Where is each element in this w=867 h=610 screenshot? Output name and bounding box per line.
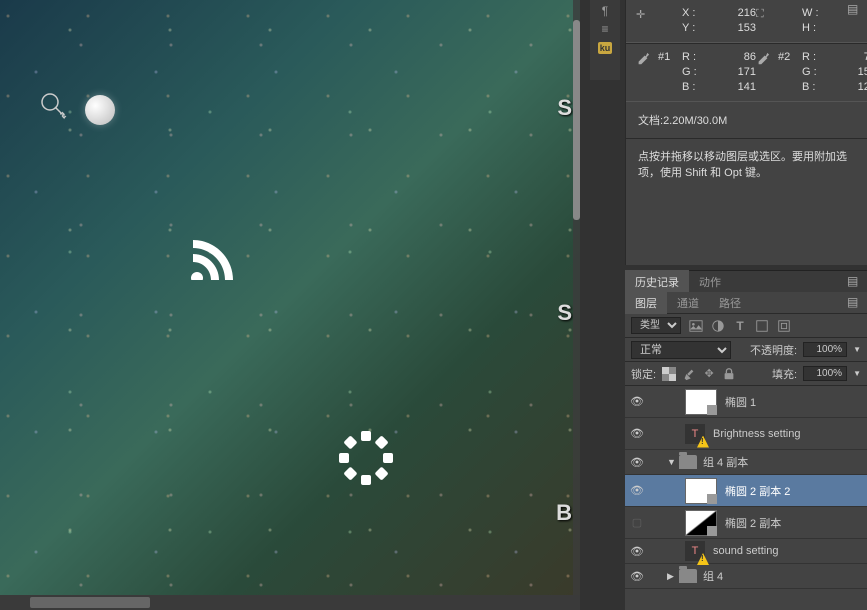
layer-row[interactable]: 👁 ▶ 组 4 xyxy=(625,564,867,589)
coord-y: 153 xyxy=(716,21,756,36)
sample2-b: 128 xyxy=(836,80,867,95)
filter-adjust-icon[interactable] xyxy=(711,319,725,333)
folder-icon xyxy=(679,455,697,469)
filter-text-icon[interactable]: T xyxy=(733,319,747,333)
visibility-toggle[interactable]: ▢ xyxy=(625,516,649,529)
sample1-g: 171 xyxy=(716,65,756,80)
lock-transparency-icon[interactable] xyxy=(662,367,676,381)
layer-name[interactable]: 组 4 副本 xyxy=(703,454,863,470)
visibility-toggle[interactable]: 👁 xyxy=(625,484,649,497)
horizontal-scrollbar[interactable] xyxy=(0,595,580,610)
collapsed-panel-strip: ¶ ≡ ku xyxy=(590,0,620,80)
eyedropper-icon xyxy=(756,52,772,68)
canvas-letter-2: S xyxy=(557,300,572,326)
doc-size: 文档:2.20M/30.0M xyxy=(626,102,867,139)
folder-icon xyxy=(679,569,697,583)
layer-filter-toolbar: 类型 T xyxy=(625,314,867,338)
tab-paths[interactable]: 路径 xyxy=(709,291,751,315)
fill-label: 填充: xyxy=(772,366,797,382)
lock-row: 锁定: ✥ 填充: 100% ▼ xyxy=(625,362,867,386)
chevron-down-icon[interactable]: ▼ xyxy=(853,345,861,354)
canvas[interactable]: S S B xyxy=(0,0,580,595)
layer-name[interactable]: 椭圆 1 xyxy=(725,394,863,410)
visibility-toggle[interactable]: 👁 xyxy=(625,427,649,440)
move-cursor-icon xyxy=(40,92,68,125)
group-toggle[interactable]: ▶ xyxy=(667,571,677,582)
opacity-input[interactable]: 100% xyxy=(803,342,847,357)
lock-label: 锁定: xyxy=(631,366,656,382)
layer-name[interactable]: sound setting xyxy=(713,545,863,557)
coord-x: 216 xyxy=(716,6,756,21)
blend-mode-select[interactable]: 正常 xyxy=(631,341,731,359)
canvas-letter-3: B xyxy=(556,500,572,526)
dimension-icon: ⛶ xyxy=(756,8,772,24)
layer-row[interactable]: 👁 椭圆 1 xyxy=(625,386,867,418)
visibility-toggle[interactable]: 👁 xyxy=(625,545,649,558)
tab-channels[interactable]: 通道 xyxy=(667,291,709,315)
layer-thumbnail[interactable] xyxy=(685,389,717,415)
rss-icon xyxy=(185,232,233,285)
history-panel-tabs: 历史记录 动作 ▤ xyxy=(625,270,867,292)
panel-menu-button[interactable]: ▤ xyxy=(847,295,863,311)
chevron-down-icon[interactable]: ▼ xyxy=(853,369,861,378)
sample2-r: 73 xyxy=(836,50,867,65)
canvas-letter-1: S xyxy=(557,95,572,121)
panel-menu-button[interactable]: ▤ xyxy=(847,2,863,18)
group-toggle[interactable]: ▼ xyxy=(667,457,677,467)
panel-menu-button[interactable]: ▤ xyxy=(847,274,863,290)
layer-name[interactable]: Brightness setting xyxy=(713,428,863,440)
crosshair-icon: ✛ xyxy=(636,8,652,24)
filter-shape-icon[interactable] xyxy=(755,319,769,333)
layer-row[interactable]: 👁 椭圆 2 副本 2 xyxy=(625,475,867,507)
layers-list: 👁 椭圆 1 👁 T Brightness setting 👁 ▼ 组 4 副本… xyxy=(625,386,867,610)
layer-name[interactable]: 椭圆 2 副本 2 xyxy=(725,483,863,499)
smart-object-icon: T xyxy=(685,541,705,561)
layer-row[interactable]: 👁 ▼ 组 4 副本 xyxy=(625,450,867,475)
sample1-b: 141 xyxy=(716,80,756,95)
smart-object-icon: T xyxy=(685,424,705,444)
lock-position-icon[interactable]: ✥ xyxy=(702,367,716,381)
layer-thumbnail[interactable] xyxy=(685,478,717,504)
ku-badge-icon[interactable]: ku xyxy=(590,40,620,54)
layers-panel-tabs: 图层 通道 路径 ▤ xyxy=(625,292,867,314)
filter-image-icon[interactable] xyxy=(689,319,703,333)
lock-brush-icon[interactable] xyxy=(682,367,696,381)
moon-shape xyxy=(85,95,115,125)
paragraph-icon[interactable]: ¶ xyxy=(590,4,620,18)
layer-thumbnail[interactable] xyxy=(685,510,717,536)
sample2-g: 158 xyxy=(836,65,867,80)
info-panel: ▤ ✛ X :216 Y :153 ⛶ W : H : #1R :86 G :1… xyxy=(625,0,867,265)
visibility-toggle[interactable]: 👁 xyxy=(625,395,649,408)
layer-row[interactable]: ▢ 椭圆 2 副本 xyxy=(625,507,867,539)
filter-type-select[interactable]: 类型 xyxy=(631,317,681,334)
layer-name[interactable]: 椭圆 2 副本 xyxy=(725,515,863,531)
blend-mode-row: 正常 不透明度: 100% ▼ xyxy=(625,338,867,362)
tab-layers[interactable]: 图层 xyxy=(625,291,667,315)
layer-row[interactable]: 👁 T sound setting xyxy=(625,539,867,564)
visibility-toggle[interactable]: 👁 xyxy=(625,570,649,583)
spinner-icon xyxy=(340,432,392,484)
sample1-r: 86 xyxy=(716,50,756,65)
fill-input[interactable]: 100% xyxy=(803,366,847,381)
warning-icon xyxy=(697,436,709,448)
warning-icon xyxy=(697,553,709,565)
filter-smart-icon[interactable] xyxy=(777,319,791,333)
visibility-toggle[interactable]: 👁 xyxy=(625,456,649,469)
opacity-label: 不透明度: xyxy=(750,342,797,358)
layer-name[interactable]: 组 4 xyxy=(703,568,863,584)
vertical-scrollbar[interactable] xyxy=(573,0,580,595)
layer-row[interactable]: 👁 T Brightness setting xyxy=(625,418,867,450)
tool-hint: 点按并拖移以移动图层或选区。要用附加选项，使用 Shift 和 Opt 键。 xyxy=(626,139,867,191)
align-icon[interactable]: ≡ xyxy=(590,22,620,36)
lock-all-icon[interactable] xyxy=(722,367,736,381)
eyedropper-icon xyxy=(636,52,652,68)
